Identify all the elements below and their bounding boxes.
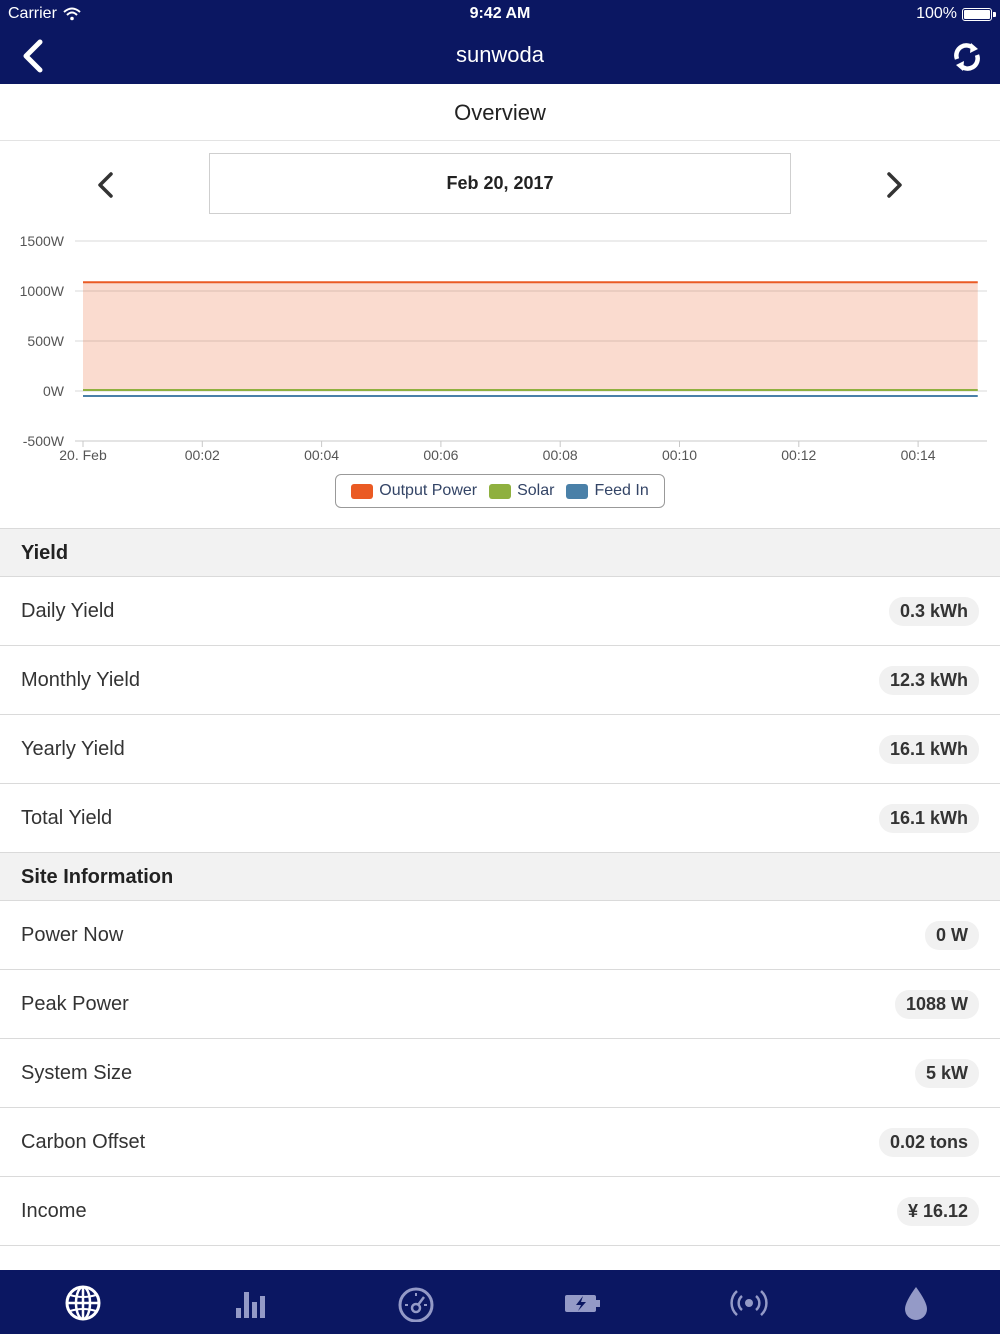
row-label: Yearly Yield [21, 737, 125, 760]
income-row[interactable]: Income ¥ 16.12 [0, 1177, 1000, 1246]
row-value: 1088 W [894, 989, 979, 1019]
navigation-bar: sunwoda [0, 28, 1000, 84]
y-tick-label: 1500W [20, 233, 65, 249]
bar-chart-icon[interactable] [230, 1284, 270, 1322]
top-bar: Carrier 9:42 AM 100% sunwoda [0, 0, 1000, 84]
y-tick-label: 1000W [20, 283, 65, 299]
date-display[interactable]: Feb 20, 2017 [209, 153, 791, 214]
row-value: 16.1 kWh [878, 803, 979, 833]
globe-icon[interactable] [63, 1284, 103, 1322]
carbon-offset-row[interactable]: Carbon Offset 0.02 tons [0, 1108, 1000, 1177]
row-label: Daily Yield [21, 599, 115, 622]
y-tick-label: 500W [27, 333, 64, 349]
x-tick-label: 20. Feb [59, 447, 107, 463]
battery-icon [962, 7, 996, 21]
row-label: Carbon Offset [21, 1130, 146, 1153]
yearly-yield-row[interactable]: Yearly Yield 16.1 kWh [0, 715, 1000, 784]
legend-item-feed-in[interactable]: Feed In [566, 482, 649, 500]
page-subtitle: Overview [0, 84, 1000, 141]
x-tick-label: 00:02 [185, 447, 220, 463]
row-value: 12.3 kWh [878, 665, 979, 695]
row-label: Peak Power [21, 992, 129, 1015]
yield-section-header: Yield [0, 528, 1000, 577]
power-chart-svg: 1500W1000W500W0W-500W20. Feb 00:02 00:04 00… [20, 233, 987, 463]
next-date-icon[interactable] [880, 169, 908, 201]
x-tick-label: 00:04 [304, 447, 339, 463]
battery-percent: 100% [916, 5, 957, 22]
power-chart: 1500W 1000W 500W 0W -500W 20. Feb 00:02 00:04 00… [0, 227, 1000, 527]
x-tick-label: 00:08 [543, 447, 578, 463]
status-time: 9:42 AM [469, 5, 531, 22]
legend-swatch [351, 483, 374, 499]
legend-label: Feed In [594, 482, 649, 499]
row-value: 0.3 kWh [888, 596, 979, 626]
legend-item-output-power[interactable]: Output Power [351, 482, 477, 500]
legend-item-solar[interactable]: Solar [489, 482, 554, 500]
row-value: 5 kW [914, 1058, 979, 1088]
x-tick-label: 00:10 [662, 447, 697, 463]
legend-label: Solar [517, 482, 555, 499]
row-label: Power Now [21, 923, 124, 946]
series-area-output-power [83, 282, 978, 391]
system-size-row[interactable]: System Size 5 kW [0, 1039, 1000, 1108]
power-now-row[interactable]: Power Now 0 W [0, 901, 1000, 970]
row-label: Total Yield [21, 806, 113, 829]
water-drop-icon[interactable] [896, 1284, 936, 1322]
broadcast-icon[interactable] [729, 1284, 769, 1322]
row-value: 16.1 kWh [878, 734, 979, 764]
previous-date-icon[interactable] [92, 169, 120, 201]
row-label: Income [21, 1199, 87, 1222]
row-value: ¥ 16.12 [896, 1196, 979, 1226]
y-tick-label: 0W [43, 383, 65, 399]
refresh-icon[interactable] [950, 38, 984, 76]
row-label: System Size [21, 1061, 133, 1084]
x-tick-label: 00:14 [901, 447, 936, 463]
status-bar: Carrier 9:42 AM 100% [0, 0, 1000, 28]
peak-power-row[interactable]: Peak Power 1088 W [0, 970, 1000, 1039]
battery-indicator: 100% [916, 5, 996, 23]
row-label: Monthly Yield [21, 668, 140, 691]
legend-swatch [489, 483, 512, 499]
site-info-section-header: Site Information [0, 852, 1000, 901]
chart-legend: Output Power Solar Feed In [335, 474, 665, 508]
nav-title: sunwoda [455, 42, 545, 67]
total-yield-row[interactable]: Total Yield 16.1 kWh [0, 784, 1000, 853]
legend-swatch [566, 483, 589, 499]
x-tick-label: 00:12 [781, 447, 816, 463]
legend-label: Output Power [379, 482, 478, 499]
monthly-yield-row[interactable]: Monthly Yield 12.3 kWh [0, 646, 1000, 715]
x-tick-label: 00:06 [423, 447, 458, 463]
date-selector: Feb 20, 2017 [0, 141, 1000, 227]
speedometer-icon[interactable] [396, 1284, 436, 1322]
battery-charging-icon[interactable] [562, 1284, 602, 1322]
row-value: 0.02 tons [878, 1127, 979, 1157]
row-value: 0 W [924, 920, 979, 950]
bottom-tab-bar [0, 1270, 1000, 1334]
daily-yield-row[interactable]: Daily Yield 0.3 kWh [0, 577, 1000, 646]
